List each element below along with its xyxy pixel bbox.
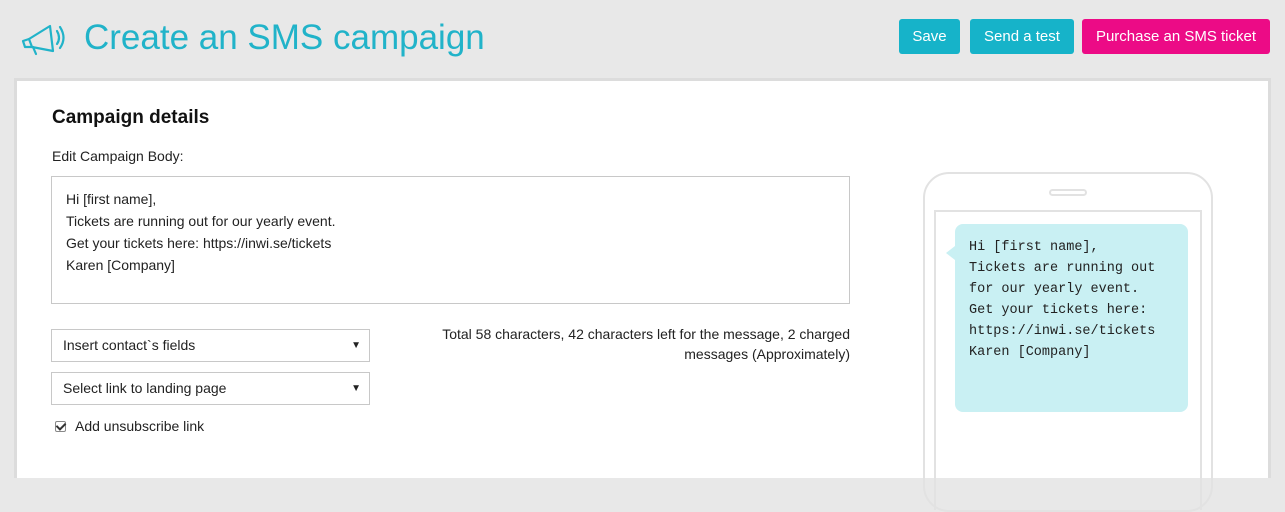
page-header: Create an SMS campaign Save Send a test … — [0, 0, 1285, 78]
phone-screen: Hi [first name], Tickets are running out… — [934, 210, 1202, 510]
megaphone-icon — [21, 24, 65, 56]
unsubscribe-option[interactable]: Add unsubscribe link — [55, 418, 204, 434]
send-test-button[interactable]: Send a test — [970, 19, 1074, 54]
caret-down-icon: ▼ — [351, 340, 361, 351]
caret-down-icon: ▼ — [351, 383, 361, 394]
body-line: Karen [Company] — [66, 257, 175, 273]
preview-line: Hi [first name], — [969, 240, 1099, 255]
phone-speaker — [1049, 189, 1087, 196]
preview-line: Karen [Company] — [969, 345, 1091, 360]
body-line: Get your tickets here: https://inwi.se/t… — [66, 235, 332, 251]
body-line: Hi [first name], — [66, 191, 157, 207]
insert-contact-fields-value: Insert contact`s fields — [63, 337, 196, 353]
preview-line: Get your tickets here: — [969, 303, 1148, 318]
preview-line: Tickets are running out — [969, 261, 1156, 276]
bubble-tail — [946, 246, 955, 260]
campaign-card: Campaign details Edit Campaign Body: Hi … — [14, 78, 1271, 512]
campaign-body-textarea[interactable]: Hi [first name], Tickets are running out… — [51, 176, 850, 304]
preview-line: https://inwi.se/tickets — [969, 324, 1156, 339]
page-title: Create an SMS campaign — [84, 18, 485, 57]
save-button[interactable]: Save — [899, 19, 960, 54]
preview-line: for our yearly event. — [969, 282, 1140, 297]
unsubscribe-label: Add unsubscribe link — [75, 418, 205, 434]
checkbox-checked-icon[interactable] — [55, 420, 66, 432]
landing-page-link-value: Select link to landing page — [63, 380, 227, 396]
insert-contact-fields-select[interactable]: Insert contact`s fields ▼ — [51, 329, 370, 362]
landing-page-link-select[interactable]: Select link to landing page ▼ — [51, 372, 370, 405]
purchase-sms-ticket-button[interactable]: Purchase an SMS ticket — [1082, 19, 1270, 54]
section-title: Campaign details — [52, 107, 210, 128]
phone-preview: Hi [first name], Tickets are running out… — [923, 172, 1213, 512]
character-counter: Total 58 characters, 42 characters left … — [442, 326, 850, 362]
body-line: Tickets are running out for our yearly e… — [66, 213, 336, 229]
campaign-body-label: Edit Campaign Body: — [52, 148, 184, 164]
sms-preview-bubble: Hi [first name], Tickets are running out… — [946, 224, 1188, 412]
